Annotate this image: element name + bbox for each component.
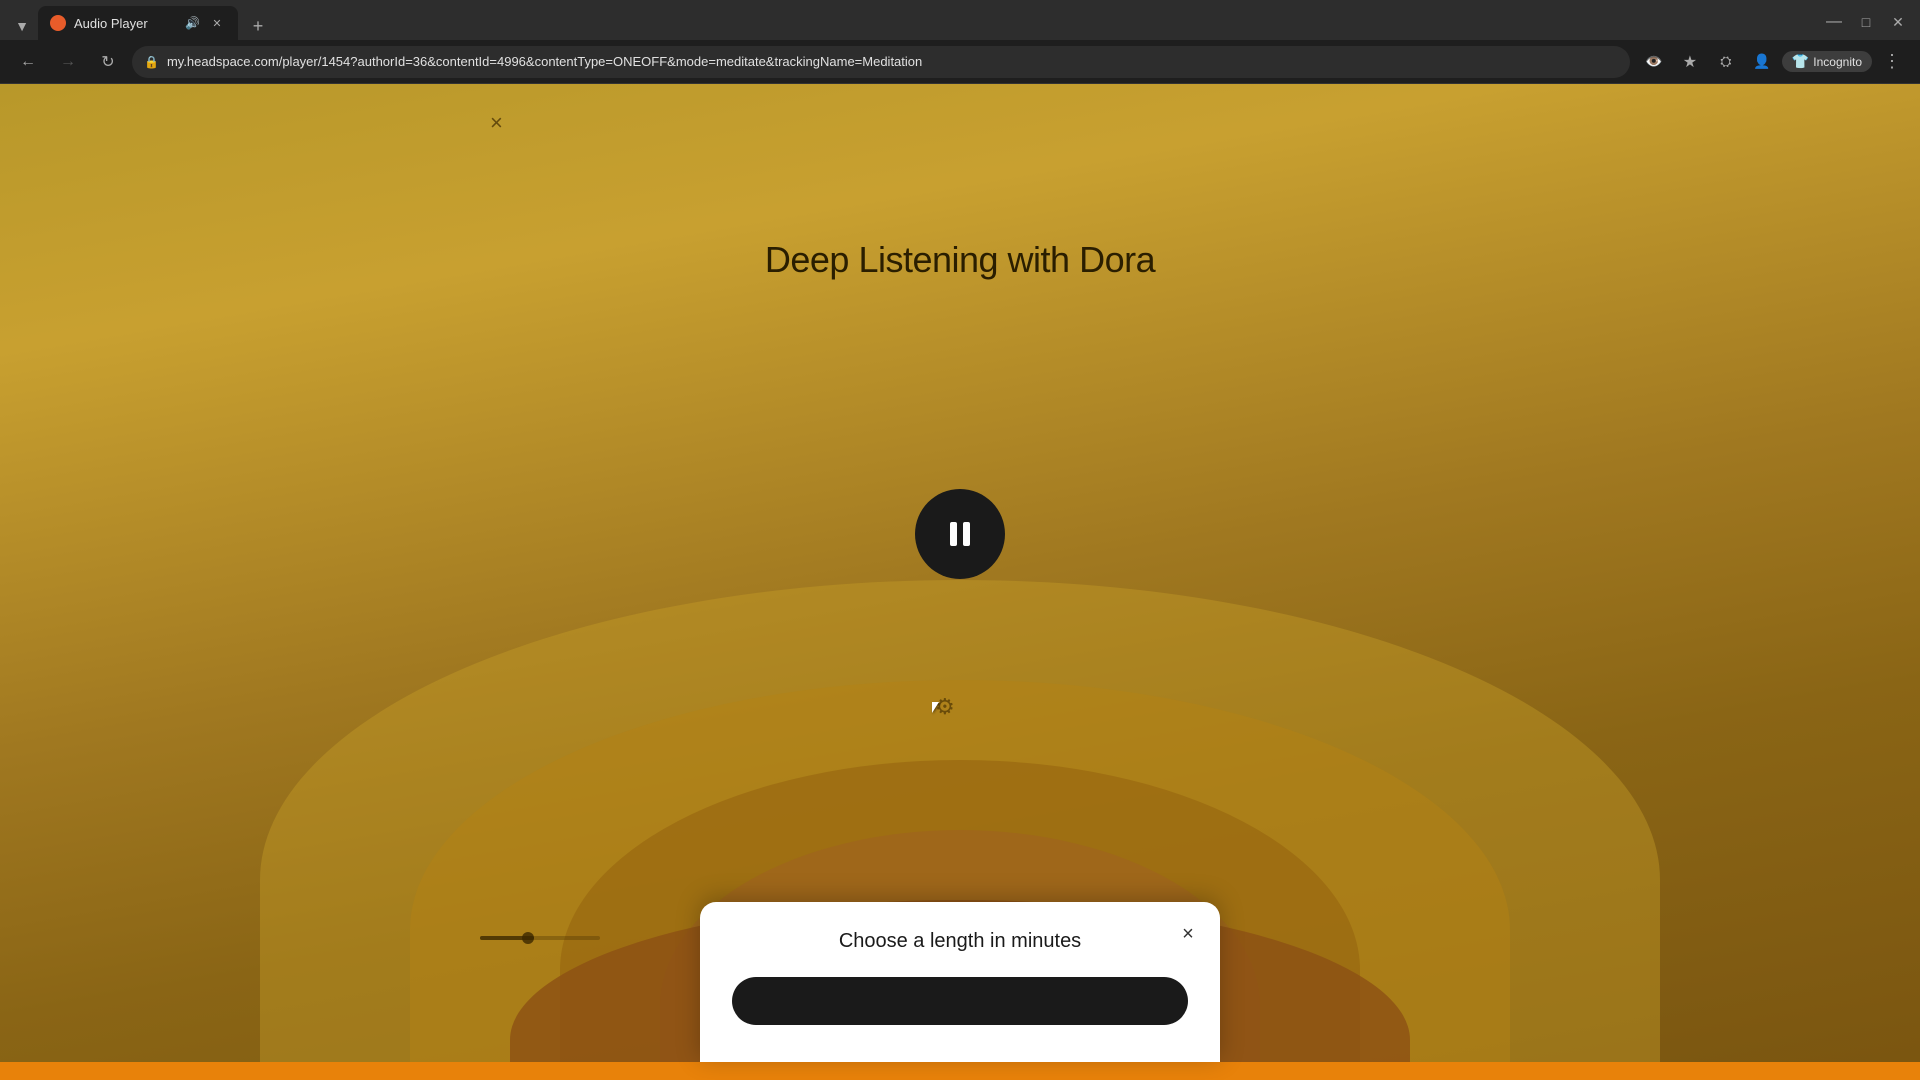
tab-close-btn[interactable]: ✕ [208,14,226,32]
new-tab-btn[interactable]: + [244,12,272,40]
active-tab[interactable]: Audio Player 🔊 ✕ [38,6,238,40]
nav-actions: 👁️‍ ★ ⛭ 👤 👕 Incognito ⋮ [1638,46,1908,78]
modal-close-btn[interactable]: × [1172,918,1204,950]
url-text: my.headspace.com/player/1454?authorId=36… [167,54,1618,69]
tab-favicon [50,15,66,31]
profile-btn[interactable]: 👤 [1746,46,1778,78]
length-modal: × Choose a length in minutes [700,902,1220,1062]
window-close-btn[interactable]: ✕ [1884,8,1912,36]
page-content: × Deep Listening with Dora ⚙ × Choose a … [0,84,1920,1080]
forward-btn[interactable]: → [52,46,84,78]
address-bar[interactable]: 🔒 my.headspace.com/player/1454?authorId=… [132,46,1630,78]
tab-bar: ▼ Audio Player 🔊 ✕ + — □ ✕ [0,0,1920,40]
eye-slash-icon[interactable]: 👁️‍ [1638,46,1670,78]
minimize-btn[interactable]: — [1820,8,1848,36]
extensions-btn[interactable]: ⛭ [1710,46,1742,78]
tab-dropdown-btn[interactable]: ▼ [8,12,36,40]
incognito-badge: 👕 Incognito [1782,51,1872,72]
more-btn[interactable]: ⋮ [1876,46,1908,78]
browser-chrome: ▼ Audio Player 🔊 ✕ + — □ ✕ ← → ↻ 🔒 my.he… [0,0,1920,84]
incognito-label: Incognito [1813,55,1862,69]
refresh-btn[interactable]: ↻ [92,46,124,78]
back-btn[interactable]: ← [12,46,44,78]
tab-audio-icon: 🔊 [185,16,200,30]
modal-confirm-btn[interactable] [732,977,1188,1025]
restore-btn[interactable]: □ [1852,8,1880,36]
modal-title: Choose a length in minutes [732,930,1188,953]
lock-icon: 🔒 [144,55,159,69]
tab-title: Audio Player [74,16,177,31]
nav-bar: ← → ↻ 🔒 my.headspace.com/player/1454?aut… [0,40,1920,84]
bookmark-btn[interactable]: ★ [1674,46,1706,78]
modal-overlay: × Choose a length in minutes [0,84,1920,1080]
